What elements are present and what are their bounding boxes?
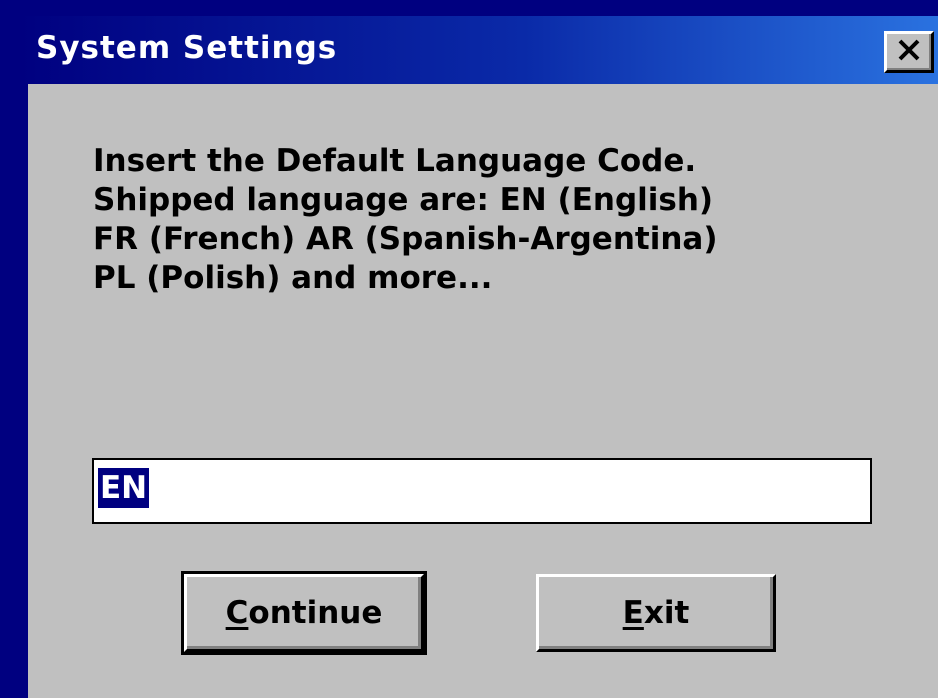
- language-code-value: EN: [98, 468, 150, 508]
- continue-button[interactable]: Continue: [181, 571, 427, 655]
- instruction-line: PL (Polish) and more...: [93, 260, 493, 296]
- continue-button-label: Continue: [226, 595, 383, 631]
- exit-button-label: Exit: [623, 595, 690, 631]
- dialog-body: Insert the Default Language Code. Shippe…: [28, 84, 938, 698]
- exit-mnemonic: E: [622, 595, 644, 631]
- exit-button[interactable]: Exit: [536, 574, 776, 652]
- instruction-line: Shipped language are: EN (English): [93, 182, 714, 218]
- close-icon: [897, 39, 921, 65]
- window-title: System Settings: [36, 30, 338, 66]
- exit-label-rest: xit: [643, 595, 690, 631]
- system-settings-window: System Settings Insert the Default Langu…: [0, 0, 938, 698]
- continue-label-rest: ontinue: [248, 595, 383, 631]
- instruction-text: Insert the Default Language Code. Shippe…: [93, 142, 893, 298]
- language-code-input[interactable]: EN: [92, 458, 872, 524]
- continue-mnemonic: C: [225, 595, 249, 631]
- close-button[interactable]: [884, 31, 934, 73]
- instruction-line: Insert the Default Language Code.: [93, 143, 697, 179]
- title-bar[interactable]: System Settings: [18, 16, 938, 84]
- instruction-line: FR (French) AR (Spanish-Argentina): [93, 221, 718, 257]
